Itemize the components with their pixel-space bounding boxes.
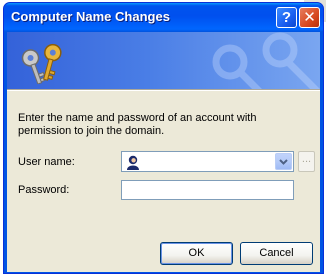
banner-divider <box>7 89 320 91</box>
username-label: User name: <box>18 156 75 168</box>
browse-button[interactable]: ... <box>298 151 315 172</box>
help-button[interactable]: ? <box>276 7 297 28</box>
header-banner <box>7 32 320 89</box>
dialog-window: Computer Name Changes ? ✕ Enter the name… <box>3 2 324 274</box>
banner-watermark-icon <box>212 32 320 89</box>
user-icon <box>127 155 139 170</box>
chevron-down-icon[interactable] <box>275 153 292 170</box>
instructions-text: Enter the name and password of an accoun… <box>18 112 257 137</box>
title-bar[interactable]: Computer Name Changes ? ✕ <box>4 3 323 32</box>
password-label: Password: <box>18 184 70 196</box>
username-combobox[interactable] <box>121 151 294 172</box>
dialog-body: Enter the name and password of an accoun… <box>7 32 320 272</box>
window-title: Computer Name Changes <box>11 9 170 24</box>
close-button[interactable]: ✕ <box>299 7 320 28</box>
ok-button[interactable]: OK <box>160 242 233 265</box>
keys-icon <box>21 43 62 84</box>
cancel-button[interactable]: Cancel <box>240 242 313 265</box>
password-field[interactable] <box>121 180 294 200</box>
